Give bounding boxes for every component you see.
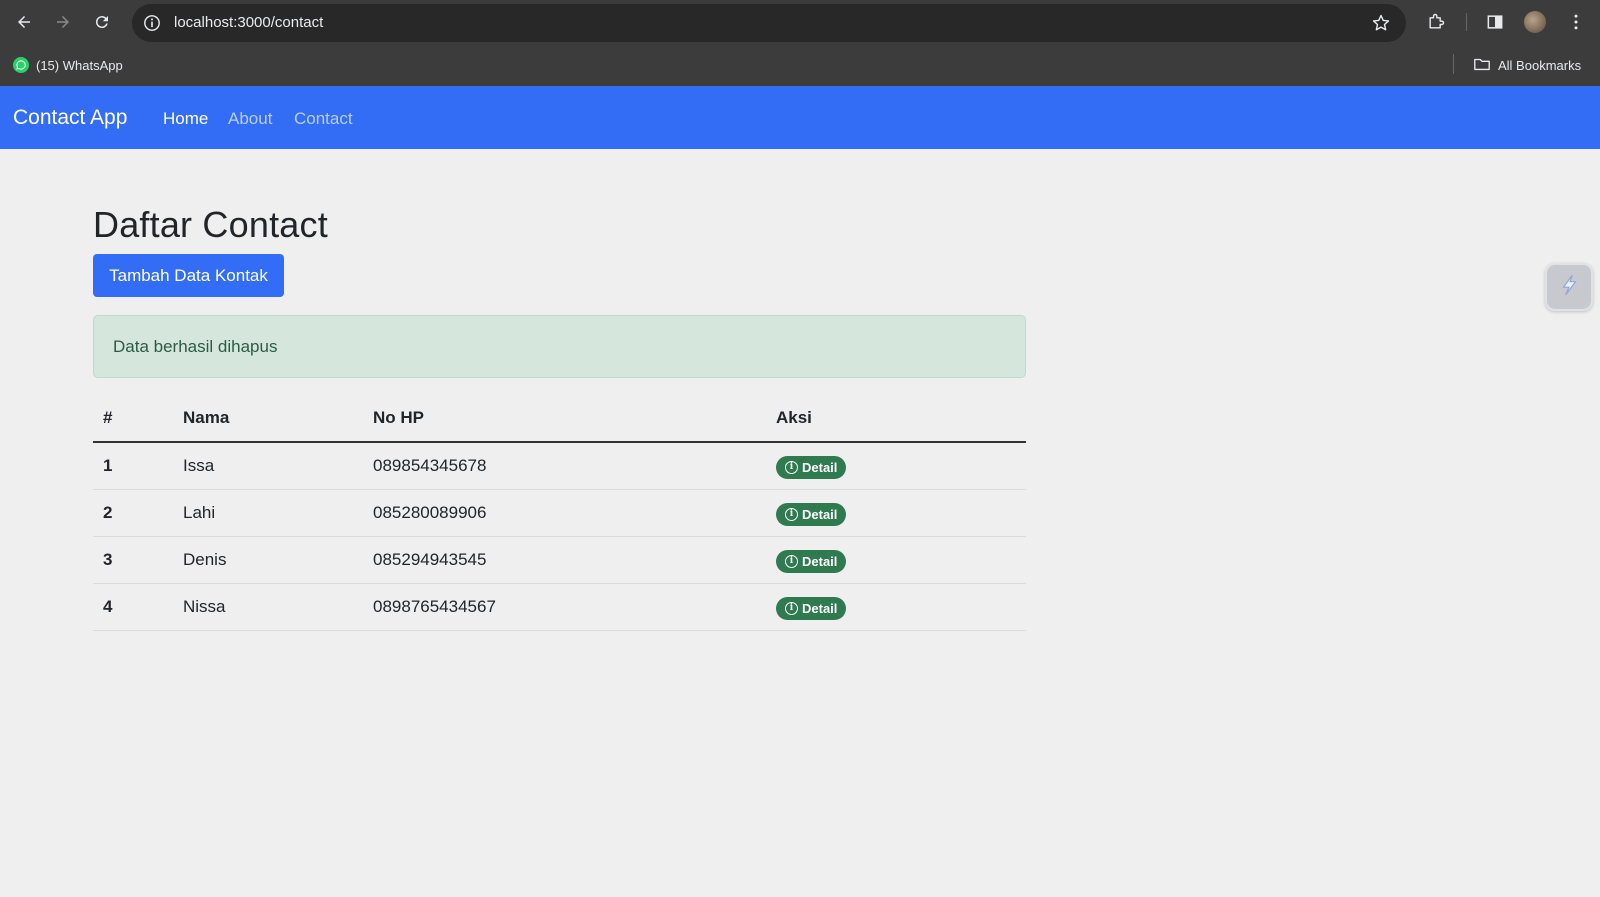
bookmark-star-icon[interactable] <box>1370 12 1392 34</box>
detail-label: Detail <box>802 506 838 522</box>
success-alert: Data berhasil dihapus <box>93 315 1026 378</box>
nav-link-contact[interactable]: Contact <box>294 109 353 129</box>
reload-icon[interactable] <box>90 10 114 34</box>
detail-button[interactable]: i Detail <box>776 502 847 526</box>
bookmarks-bar: (15) WhatsApp All Bookmarks <box>0 44 1600 86</box>
row-number: 2 <box>93 489 173 537</box>
row-no-hp: 089854345678 <box>363 442 766 490</box>
floating-extension-widget[interactable] <box>1545 263 1593 311</box>
header-aksi: Aksi <box>766 395 1026 443</box>
page-title: Daftar Contact <box>93 204 328 245</box>
row-nama: Nissa <box>173 583 363 631</box>
alert-message: Data berhasil dihapus <box>113 337 278 356</box>
detail-button[interactable]: i Detail <box>776 549 847 573</box>
info-icon: i <box>785 507 798 521</box>
row-no-hp: 0898765434567 <box>363 583 766 631</box>
detail-label: Detail <box>802 459 838 475</box>
info-icon: i <box>785 460 798 474</box>
site-info-icon[interactable] <box>142 13 162 33</box>
all-bookmarks-label: All Bookmarks <box>1498 57 1582 73</box>
table-row: 2 Lahi 085280089906 i Detail <box>93 489 1026 537</box>
detail-label: Detail <box>802 600 838 616</box>
row-number: 4 <box>93 583 173 631</box>
detail-button[interactable]: i Detail <box>776 596 847 620</box>
header-no-hp: No HP <box>363 395 766 443</box>
row-number: 3 <box>93 536 173 584</box>
all-bookmarks-button[interactable]: All Bookmarks <box>1473 55 1581 75</box>
header-nama: Nama <box>173 395 363 443</box>
header-number: # <box>93 395 173 443</box>
contacts-table: # Nama No HP Aksi 1 Issa 089854345678 iD… <box>93 395 1026 631</box>
nav-link-home[interactable]: Home <box>163 109 208 129</box>
browser-toolbar: localhost:3000/contact <box>0 0 1600 44</box>
row-no-hp: 085294943545 <box>363 536 766 584</box>
table-header-row: # Nama No HP Aksi <box>93 395 1026 443</box>
url-text[interactable]: localhost:3000/contact <box>174 14 323 31</box>
info-icon: i <box>785 601 798 615</box>
app-navbar: Contact App Home About Contact <box>0 86 1600 149</box>
toolbar-divider <box>1466 13 1467 31</box>
row-nama: Issa <box>173 442 363 490</box>
bookmark-label: (15) WhatsApp <box>36 57 123 73</box>
info-icon: i <box>785 554 798 568</box>
forward-icon[interactable] <box>51 10 75 34</box>
row-number: 1 <box>93 442 173 490</box>
detail-button[interactable]: i Detail <box>776 455 847 479</box>
row-no-hp: 085280089906 <box>363 489 766 537</box>
profile-avatar[interactable] <box>1524 11 1546 33</box>
back-icon[interactable] <box>12 10 36 34</box>
whatsapp-icon <box>13 57 29 73</box>
navbar-brand[interactable]: Contact App <box>13 106 127 130</box>
extensions-icon[interactable] <box>1424 10 1448 34</box>
side-panel-icon[interactable] <box>1483 10 1507 34</box>
row-nama: Denis <box>173 536 363 584</box>
row-nama: Lahi <box>173 489 363 537</box>
bookmarks-divider <box>1453 54 1454 74</box>
lightning-icon <box>1556 272 1582 303</box>
folder-icon <box>1473 55 1491 76</box>
nav-link-about[interactable]: About <box>228 109 272 129</box>
table-row: 4 Nissa 0898765434567 i Detail <box>93 583 1026 631</box>
menu-kebab-icon[interactable] <box>1564 10 1588 34</box>
address-bar[interactable]: localhost:3000/contact <box>132 4 1406 42</box>
add-contact-button[interactable]: Tambah Data Kontak <box>93 254 284 297</box>
table-row: 3 Denis 085294943545 i Detail <box>93 536 1026 584</box>
bookmark-whatsapp[interactable]: (15) WhatsApp <box>13 55 123 75</box>
detail-label: Detail <box>802 553 838 569</box>
table-row: 1 Issa 089854345678 i Detail <box>93 442 1026 490</box>
